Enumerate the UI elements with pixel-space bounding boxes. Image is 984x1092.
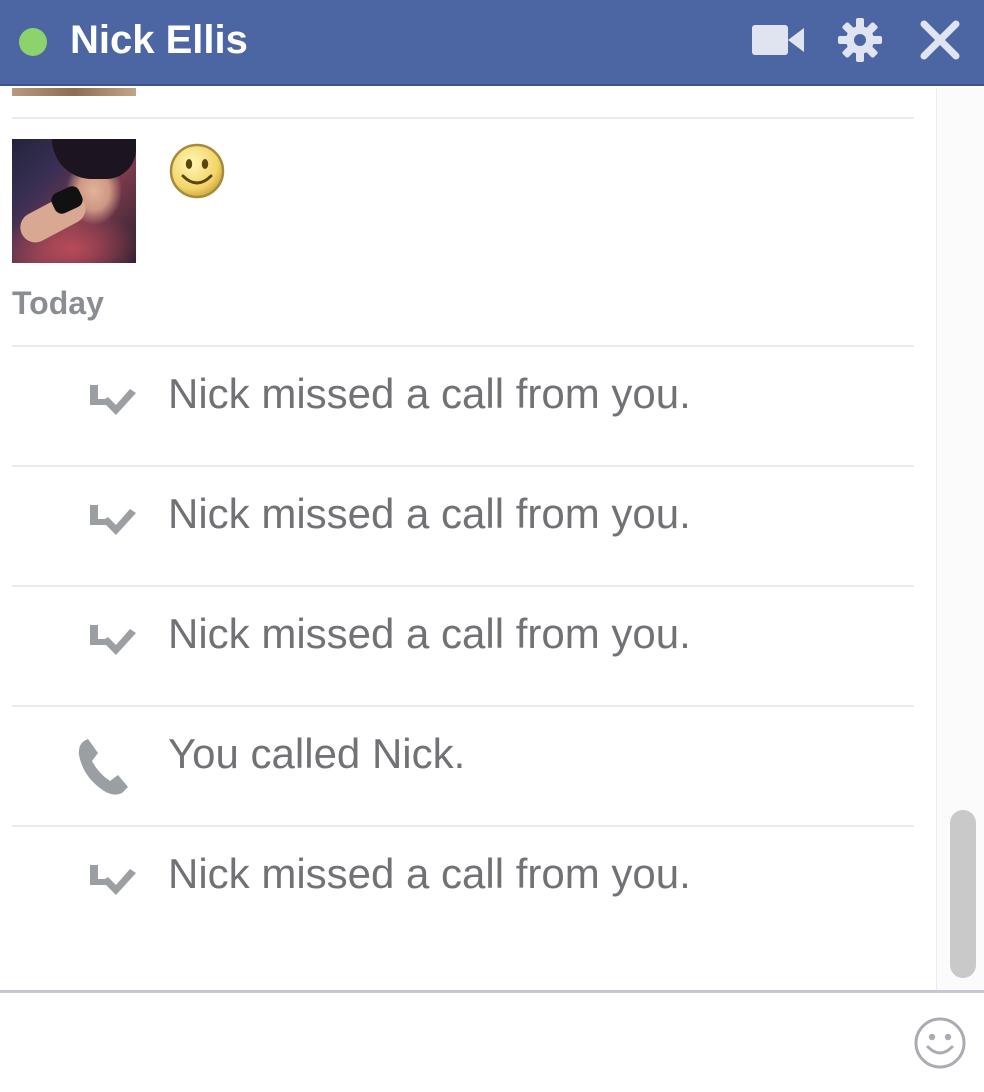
chat-titlebar[interactable]: Nick Ellis (0, 0, 984, 86)
call-log-text: Nick missed a call from you. (168, 370, 691, 417)
call-log-text: Nick missed a call from you. (168, 610, 691, 657)
online-status-indicator (19, 28, 47, 56)
call-log-text: Nick missed a call from you. (168, 850, 691, 897)
video-camera-icon[interactable] (750, 16, 806, 64)
missed-call-icon (90, 505, 136, 535)
scrollbar-track[interactable] (936, 88, 984, 990)
call-log-entry: You called Nick. (0, 707, 936, 827)
missed-call-icon (90, 385, 136, 415)
call-log-entry: Nick missed a call from you. (0, 587, 936, 707)
gear-icon[interactable] (836, 16, 884, 64)
call-log-entry: Nick missed a call from you. (0, 467, 936, 587)
contact-name[interactable]: Nick Ellis (70, 12, 248, 68)
smiley-emoticon-icon (169, 143, 225, 199)
call-log-entry: Nick missed a call from you. (0, 827, 936, 947)
contact-avatar[interactable] (12, 139, 136, 263)
message-composer[interactable] (0, 990, 984, 1092)
date-separator: Today (12, 285, 104, 321)
missed-call-icon (90, 625, 136, 655)
missed-call-icon (90, 865, 136, 895)
call-log-text: You called Nick. (168, 730, 466, 777)
message-divider (12, 117, 914, 119)
call-log-entry: Nick missed a call from you. (0, 347, 936, 467)
previous-avatar (12, 88, 136, 96)
phone-icon (78, 739, 128, 795)
close-icon[interactable] (916, 16, 964, 64)
scrollbar-thumb[interactable] (950, 810, 976, 978)
emoji-picker-icon[interactable] (912, 1015, 968, 1071)
message-history[interactable]: Today Nick missed a call from you. Nick … (0, 88, 936, 990)
message-input[interactable] (12, 1007, 896, 1079)
call-log-text: Nick missed a call from you. (168, 490, 691, 537)
